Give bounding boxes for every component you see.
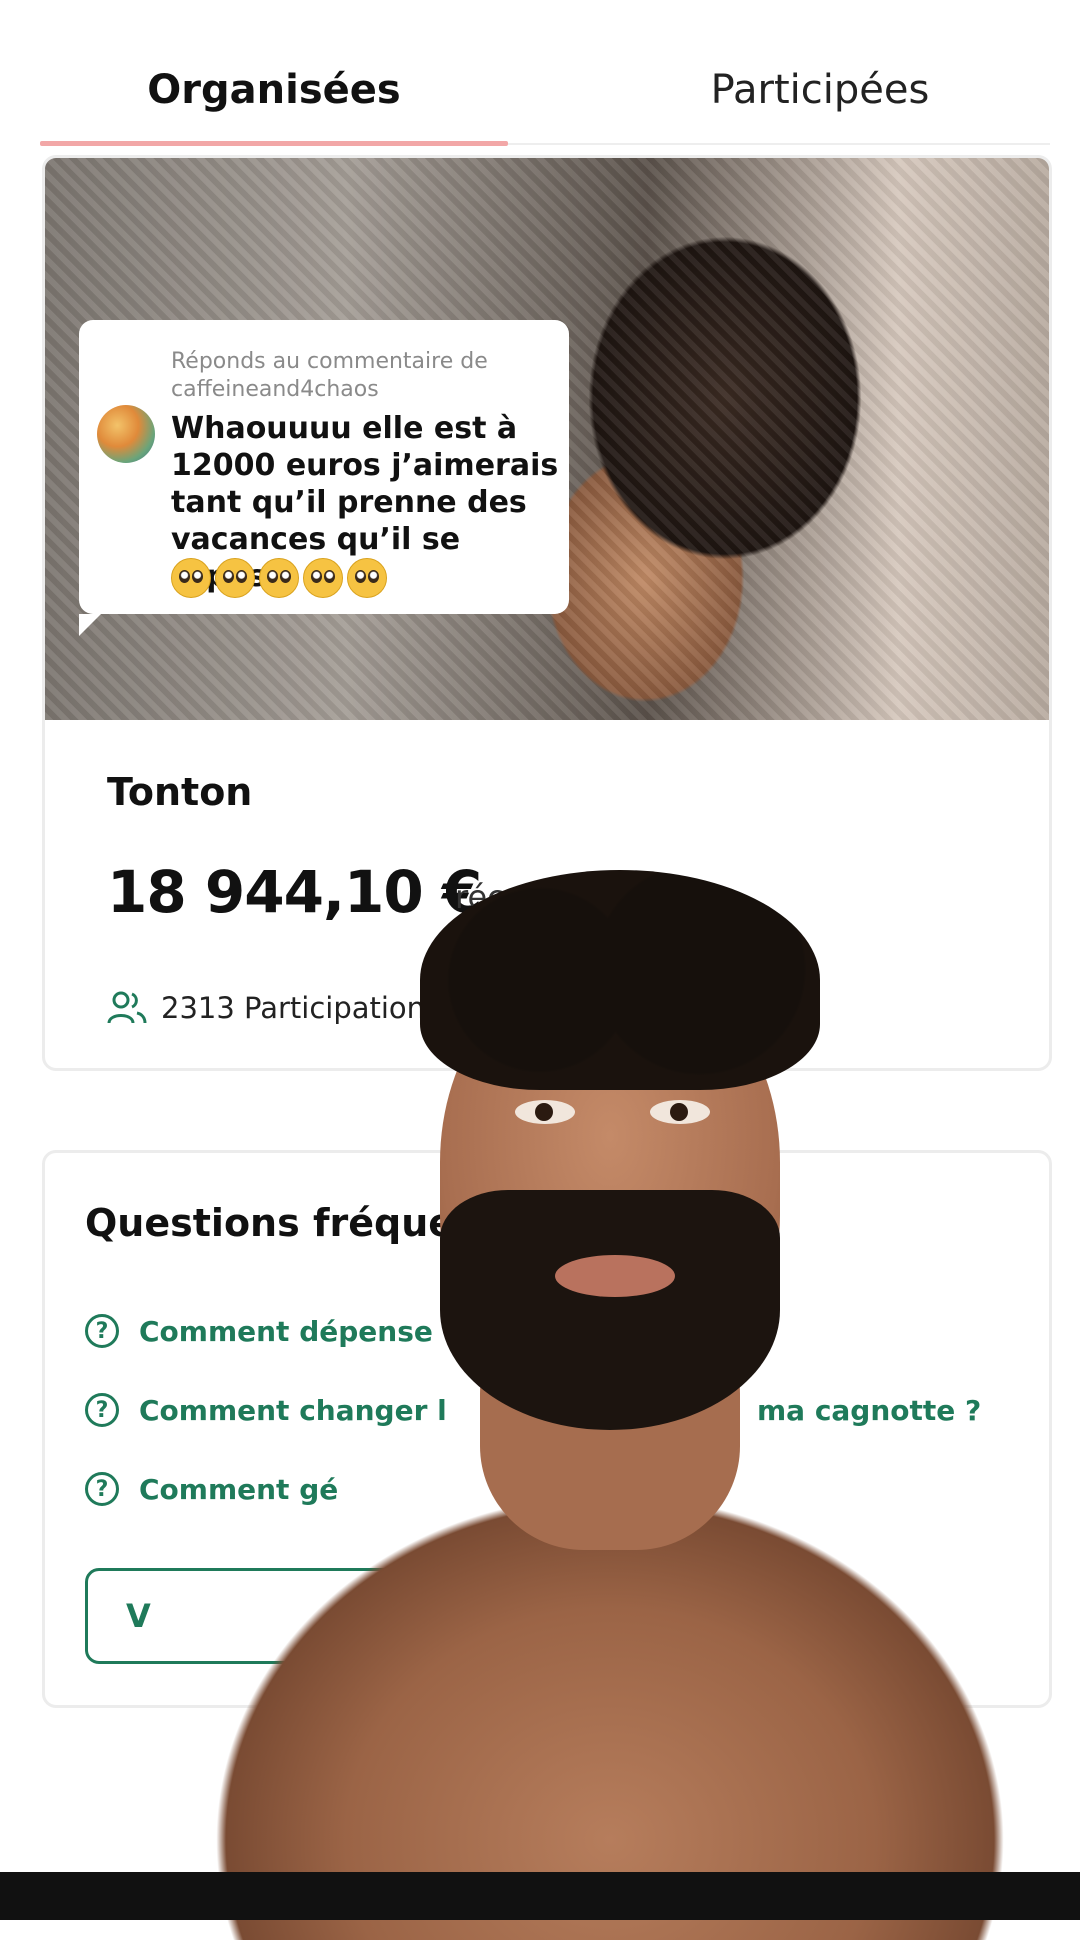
pleading-face-icon bbox=[259, 558, 299, 598]
question-icon: ? bbox=[85, 1393, 119, 1427]
faq-item-label: Comment dépense bbox=[139, 1314, 433, 1348]
pleading-face-icon bbox=[347, 558, 387, 598]
creator-eye bbox=[650, 1100, 710, 1124]
creator-eye bbox=[515, 1100, 575, 1124]
tab-divider bbox=[508, 143, 1050, 145]
faq-item-label: Comment changer l bbox=[139, 1393, 447, 1427]
campaign-card[interactable]: Réponds au commentaire de caffeineand4ch… bbox=[42, 155, 1052, 1071]
comment-reply-bubble: Réponds au commentaire de caffeineand4ch… bbox=[79, 320, 569, 636]
users-icon bbox=[107, 991, 147, 1024]
pleading-face-icon bbox=[215, 558, 255, 598]
faq-item-label: Comment gé bbox=[139, 1472, 339, 1506]
faq-card: Questions fréquen ? Comment dépense ? Co… bbox=[42, 1150, 1052, 1708]
faq-item[interactable]: ? Comment gé bbox=[85, 1467, 338, 1511]
faq-item[interactable]: ? Comment dépense bbox=[85, 1309, 433, 1353]
question-icon: ? bbox=[85, 1472, 119, 1506]
faq-title: Questions fréquen bbox=[85, 1201, 482, 1245]
collected-amount: 18 944,10 € bbox=[107, 858, 482, 926]
participations-count: 2313 Participations bbox=[161, 991, 441, 1025]
participations-row: 2313 Participations bbox=[107, 988, 440, 1028]
active-tab-indicator bbox=[40, 141, 508, 146]
bubble-tail bbox=[79, 614, 101, 636]
tab-bar: Organisées Participées bbox=[0, 0, 1080, 150]
tab-participated[interactable]: Participées bbox=[600, 62, 1040, 118]
campaign-title: Tonton bbox=[107, 770, 253, 814]
tab-organised[interactable]: Organisées bbox=[40, 62, 508, 118]
faq-item-tail: ma cagnotte ? bbox=[757, 1393, 982, 1427]
pleading-face-icon bbox=[303, 558, 343, 598]
faq-more-button[interactable]: V bbox=[85, 1568, 405, 1664]
question-icon: ? bbox=[85, 1314, 119, 1348]
faq-item[interactable]: ? Comment changer l bbox=[85, 1388, 447, 1432]
campaign-photo: Réponds au commentaire de caffeineand4ch… bbox=[45, 158, 1049, 720]
bottom-bar bbox=[0, 1872, 1080, 1920]
pleading-face-icon bbox=[171, 558, 211, 598]
collected-label: réc bbox=[455, 878, 505, 916]
comment-reply-label: Réponds au commentaire de caffeineand4ch… bbox=[171, 349, 488, 402]
commenter-avatar bbox=[97, 405, 155, 463]
emoji-row bbox=[171, 558, 387, 598]
